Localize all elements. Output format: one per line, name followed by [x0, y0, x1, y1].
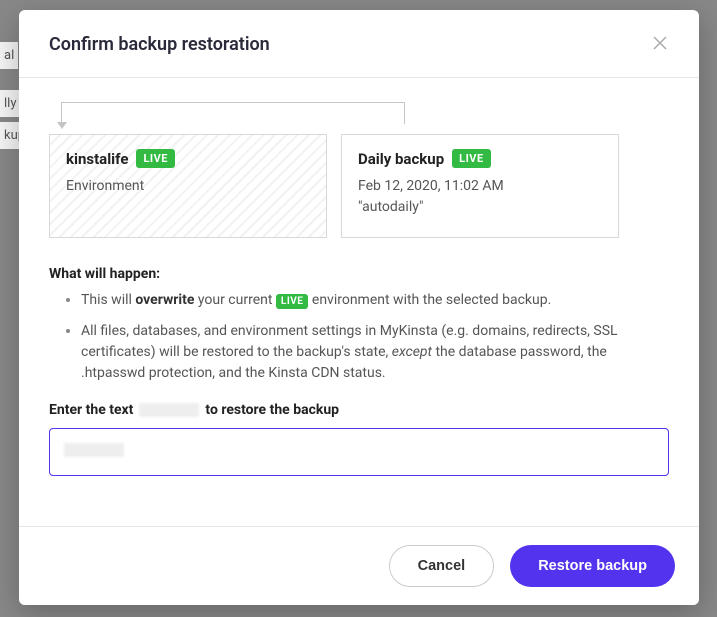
- redacted-token: [64, 443, 124, 457]
- confirm-restore-modal: Confirm backup restoration kinstalife LI…: [19, 10, 699, 605]
- redacted-token: [139, 403, 199, 417]
- environment-card: kinstalife LIVE Environment: [49, 134, 327, 238]
- bg-text: lly: [0, 90, 20, 117]
- backup-card: Daily backup LIVE Feb 12, 2020, 11:02 AM…: [341, 134, 619, 238]
- close-icon[interactable]: [645, 30, 675, 59]
- environment-label: Environment: [66, 176, 310, 197]
- modal-body: kinstalife LIVE Environment Daily backup…: [19, 78, 699, 526]
- live-badge: LIVE: [276, 294, 309, 309]
- backup-timestamp: Feb 12, 2020, 11:02 AM: [358, 176, 602, 197]
- restore-backup-button[interactable]: Restore backup: [510, 545, 675, 587]
- modal-header: Confirm backup restoration: [19, 10, 699, 78]
- cancel-button[interactable]: Cancel: [389, 545, 495, 587]
- confirm-instruction: Enter the text to restore the backup: [49, 402, 669, 418]
- live-badge: LIVE: [452, 149, 491, 168]
- confirm-text-input[interactable]: [49, 428, 669, 476]
- what-will-happen-heading: What will happen:: [49, 266, 669, 282]
- bg-text: al: [0, 42, 18, 69]
- environment-name: kinstalife: [66, 150, 128, 168]
- modal-title: Confirm backup restoration: [49, 34, 270, 55]
- list-item: All files, databases, and environment se…: [81, 321, 669, 384]
- modal-footer: Cancel Restore backup: [19, 526, 699, 605]
- backup-tag: "autodaily": [358, 197, 602, 218]
- cards-row: kinstalife LIVE Environment Daily backup…: [49, 134, 669, 238]
- backup-title: Daily backup: [358, 150, 444, 168]
- what-will-happen-list: This will overwrite your current LIVE en…: [49, 290, 669, 384]
- live-badge: LIVE: [136, 149, 175, 168]
- restore-arrow: [49, 102, 669, 134]
- list-item: This will overwrite your current LIVE en…: [81, 290, 669, 311]
